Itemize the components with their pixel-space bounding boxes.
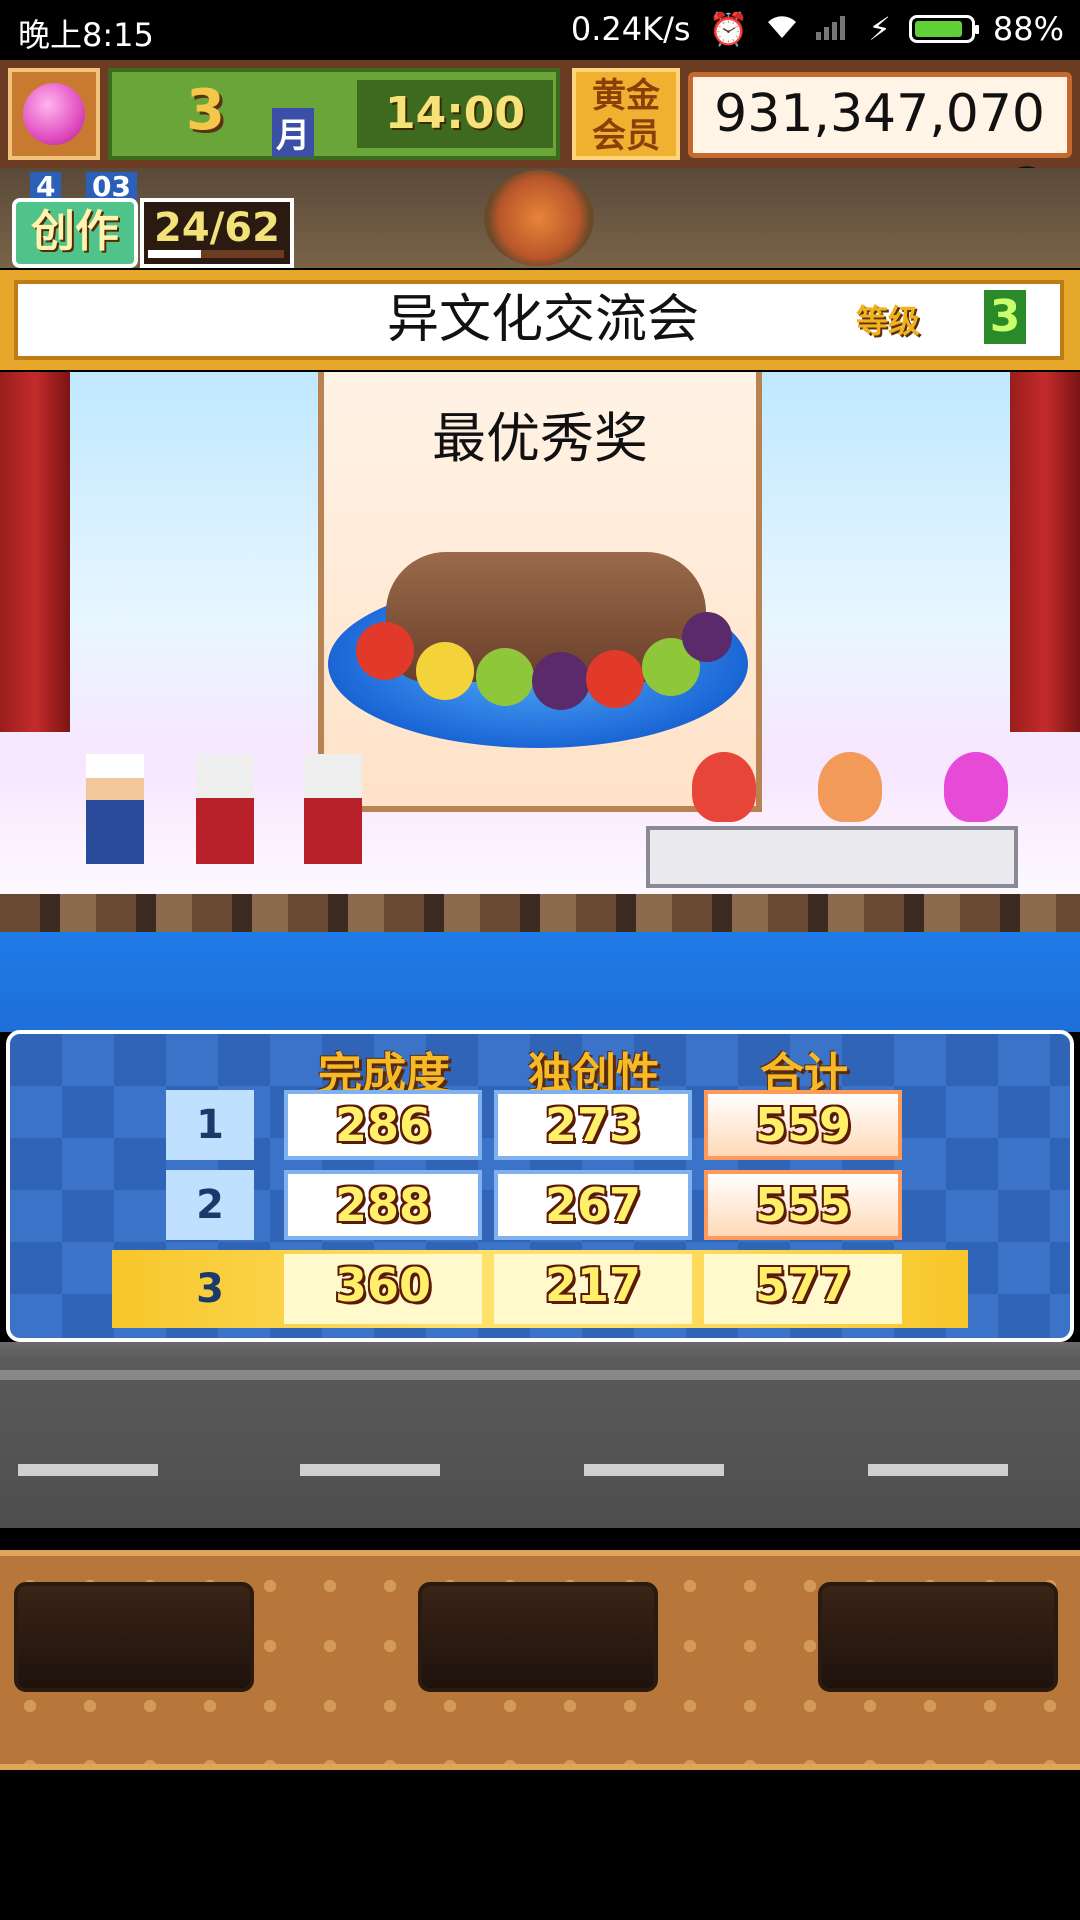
shop-emblem-icon: [484, 170, 594, 266]
score-originality-1: 273: [494, 1090, 692, 1160]
contest-title-panel: 异文化交流会 等级 3: [14, 280, 1064, 360]
grade-label: 等级: [856, 302, 921, 340]
score-originality-3: 217: [494, 1254, 692, 1324]
dish-cake: [356, 552, 732, 710]
contest-title-bar: 异文化交流会 等级 3: [0, 270, 1080, 370]
rival-chef-character: [304, 754, 362, 864]
judge-table: [646, 826, 1018, 888]
creation-progress-bar: [148, 250, 284, 258]
chef-character: [86, 754, 144, 864]
top-hud: 3 月 14:00 黄金会员 931,347,070 G: [0, 60, 1080, 218]
month-number: 3: [186, 78, 225, 143]
alarm-icon: ⏰: [708, 10, 749, 48]
road-marking: [584, 1464, 724, 1476]
road-marking: [18, 1464, 158, 1476]
creation-counter[interactable]: 4 03 创作 24/62: [6, 172, 294, 268]
creation-label: 创作: [12, 198, 138, 268]
status-time: 晚上8:15: [18, 16, 154, 54]
grape-icon: [682, 612, 732, 662]
audience-row: [0, 894, 1080, 932]
wifi-icon: [766, 10, 798, 48]
rank-label-3: 3: [196, 1266, 224, 1312]
rank-label-2: 2: [166, 1170, 254, 1240]
rank-label-1: 1: [166, 1090, 254, 1160]
melon-icon: [476, 648, 534, 706]
gold-amount: 931,347,070 G: [688, 72, 1072, 218]
strawberry-icon: [356, 622, 414, 680]
rival-chef-character: [196, 754, 254, 864]
battery-icon: [908, 15, 979, 43]
judge-orange: [818, 752, 882, 822]
score-completion-2: 288: [284, 1170, 482, 1240]
contest-stage: 最优秀奖: [0, 372, 1080, 932]
judge-red: [692, 752, 756, 822]
clock-display: 14:00: [357, 80, 553, 148]
grade-value: 3: [984, 290, 1026, 344]
judge-pink: [944, 752, 1008, 822]
street: [0, 1342, 1080, 1528]
score-completion-3: 360: [284, 1254, 482, 1324]
award-title: 最优秀奖: [432, 407, 648, 470]
month-label: 月: [272, 108, 314, 157]
status-bar: 晚上8:15 0.24K/s ⏰ ⚡ 88%: [0, 0, 1080, 60]
strawberry-icon: [586, 650, 644, 708]
curtain-left: [0, 372, 70, 732]
score-banner: [0, 932, 1080, 1032]
score-total-1: 559: [704, 1090, 902, 1160]
gold-member-badge[interactable]: 黄金会员: [572, 68, 680, 160]
menu-slot-right[interactable]: [818, 1582, 1058, 1692]
curb: [0, 1370, 1080, 1380]
score-originality-2: 267: [494, 1170, 692, 1240]
menu-slot-left[interactable]: [14, 1582, 254, 1692]
battery-percent: 88%: [992, 10, 1064, 48]
blossom-tree-button[interactable]: [8, 68, 100, 160]
battery-fill: [914, 21, 962, 37]
pineapple-icon: [416, 642, 474, 700]
curtain-right: [1010, 372, 1080, 732]
signal-icon: [816, 10, 850, 48]
status-right: 0.24K/s ⏰ ⚡ 88%: [571, 10, 1064, 48]
creation-progress-fill: [148, 250, 202, 258]
menu-slot-center[interactable]: [418, 1582, 658, 1692]
road-marking: [868, 1464, 1008, 1476]
grape-icon: [532, 652, 590, 710]
score-total-3: 577: [704, 1254, 902, 1324]
score-total-2: 555: [704, 1170, 902, 1240]
net-speed: 0.24K/s: [570, 10, 691, 48]
road-marking: [300, 1464, 440, 1476]
charging-icon: ⚡: [868, 10, 891, 48]
blossom-tree-icon: [23, 83, 85, 145]
score-completion-1: 286: [284, 1090, 482, 1160]
calendar-panel: 3 月 14:00: [108, 68, 560, 160]
